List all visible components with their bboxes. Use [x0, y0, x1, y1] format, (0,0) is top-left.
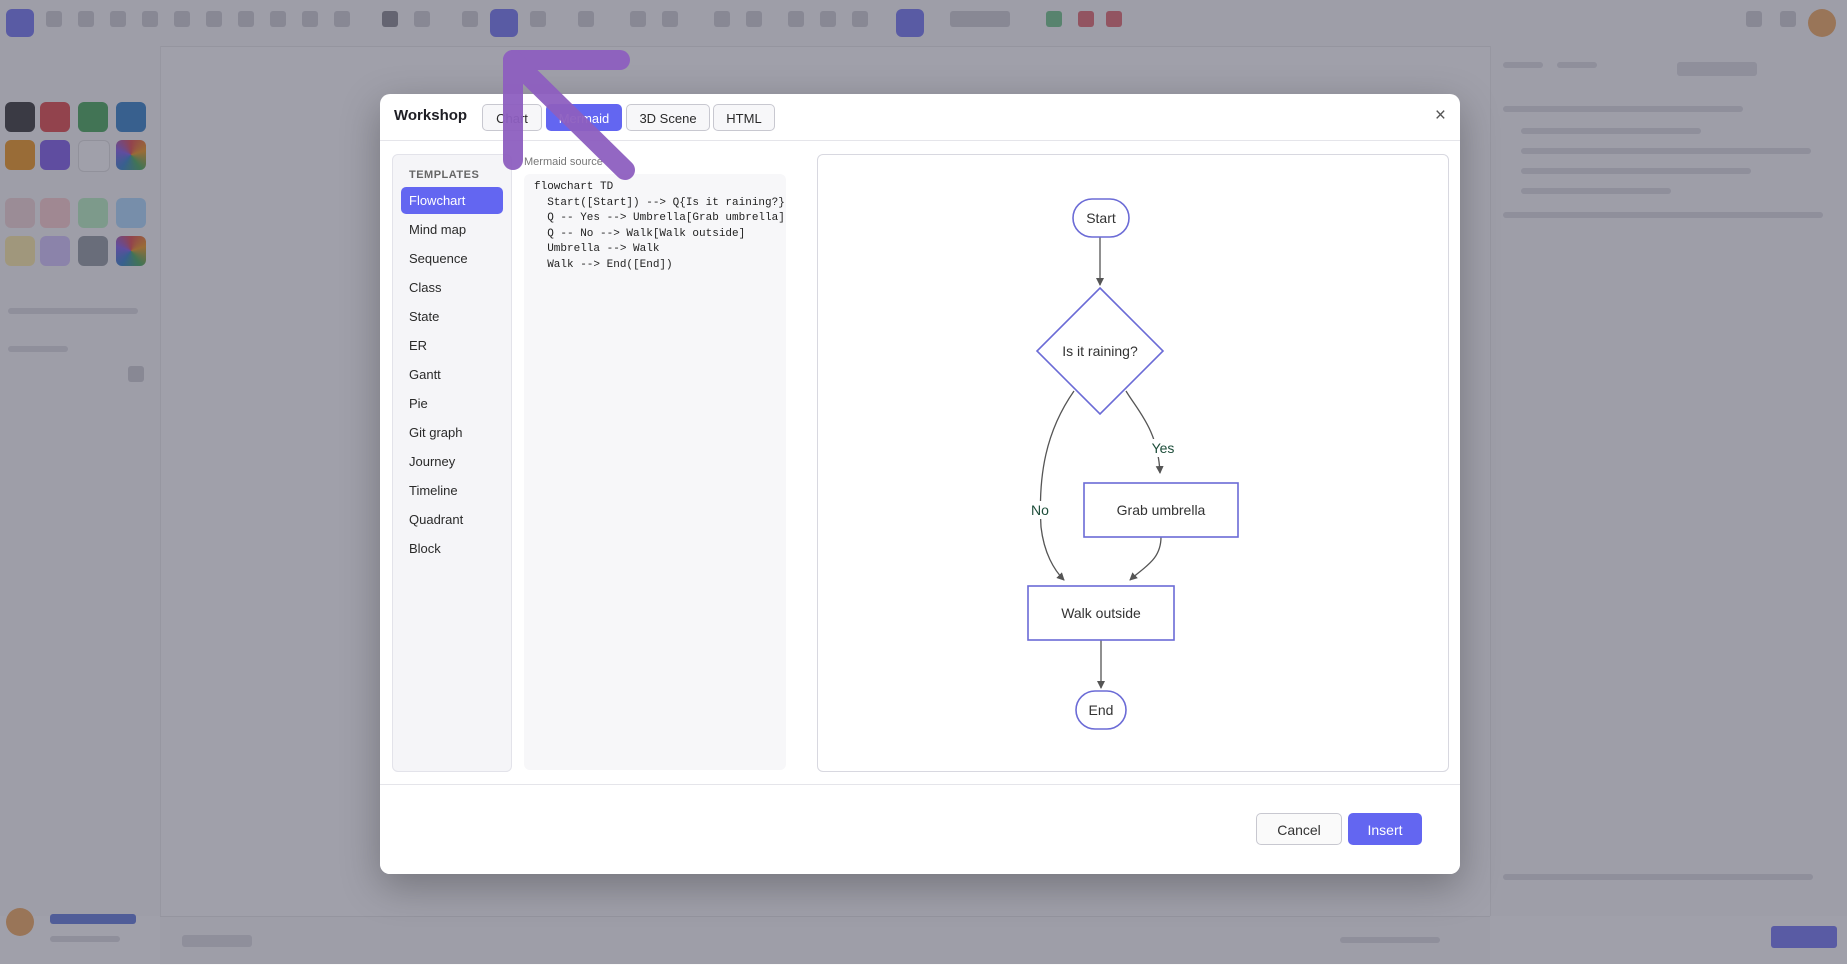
node-start-label: Start: [1086, 210, 1116, 226]
source-label: Mermaid source: [524, 156, 603, 168]
template-pie[interactable]: Pie: [401, 390, 503, 417]
template-mind-map[interactable]: Mind map: [401, 216, 503, 243]
template-timeline[interactable]: Timeline: [401, 477, 503, 504]
node-walk-label: Walk outside: [1061, 605, 1141, 621]
template-block[interactable]: Block: [401, 535, 503, 562]
template-gantt[interactable]: Gantt: [401, 361, 503, 388]
flowchart-svg: Yes No Start Is it raining? Grab umbrell…: [1026, 198, 1239, 730]
close-icon[interactable]: ×: [1435, 106, 1446, 126]
diagram-preview: Yes No Start Is it raining? Grab umbrell…: [817, 154, 1449, 772]
template-git-graph[interactable]: Git graph: [401, 419, 503, 446]
tab-html[interactable]: HTML: [713, 104, 775, 131]
template-state[interactable]: State: [401, 303, 503, 330]
dialog-footer: Cancel Insert: [380, 784, 1460, 874]
edge-question-walk: [1039, 390, 1075, 581]
tab-3d-scene[interactable]: 3D Scene: [626, 104, 710, 131]
node-umbrella-label: Grab umbrella: [1117, 502, 1206, 518]
templates-heading: TEMPLATES: [409, 169, 480, 181]
edge-label-no: No: [1031, 502, 1049, 518]
mermaid-source-editor[interactable]: flowchart TD Start([Start]) --> Q{Is it …: [524, 174, 786, 770]
dialog-header: Workshop Chart Mermaid 3D Scene HTML ×: [380, 94, 1460, 141]
template-quadrant[interactable]: Quadrant: [401, 506, 503, 533]
node-question-label: Is it raining?: [1062, 343, 1138, 359]
tab-chart[interactable]: Chart: [482, 104, 542, 131]
workshop-dialog: Workshop Chart Mermaid 3D Scene HTML × T…: [380, 94, 1460, 874]
tab-mermaid[interactable]: Mermaid: [546, 104, 622, 131]
edge-question-umbrella: [1125, 390, 1164, 474]
edge-umbrella-walk: [1129, 536, 1162, 581]
templates-sidebar: TEMPLATES Flowchart Mind map Sequence Cl…: [392, 154, 512, 772]
template-sequence[interactable]: Sequence: [401, 245, 503, 272]
template-class[interactable]: Class: [401, 274, 503, 301]
dialog-title: Workshop: [394, 107, 468, 124]
cancel-button[interactable]: Cancel: [1256, 813, 1342, 845]
template-journey[interactable]: Journey: [401, 448, 503, 475]
insert-button[interactable]: Insert: [1348, 813, 1422, 845]
edge-label-yes: Yes: [1152, 440, 1175, 456]
node-end-label: End: [1089, 702, 1114, 718]
template-flowchart[interactable]: Flowchart: [401, 187, 503, 214]
template-er[interactable]: ER: [401, 332, 503, 359]
